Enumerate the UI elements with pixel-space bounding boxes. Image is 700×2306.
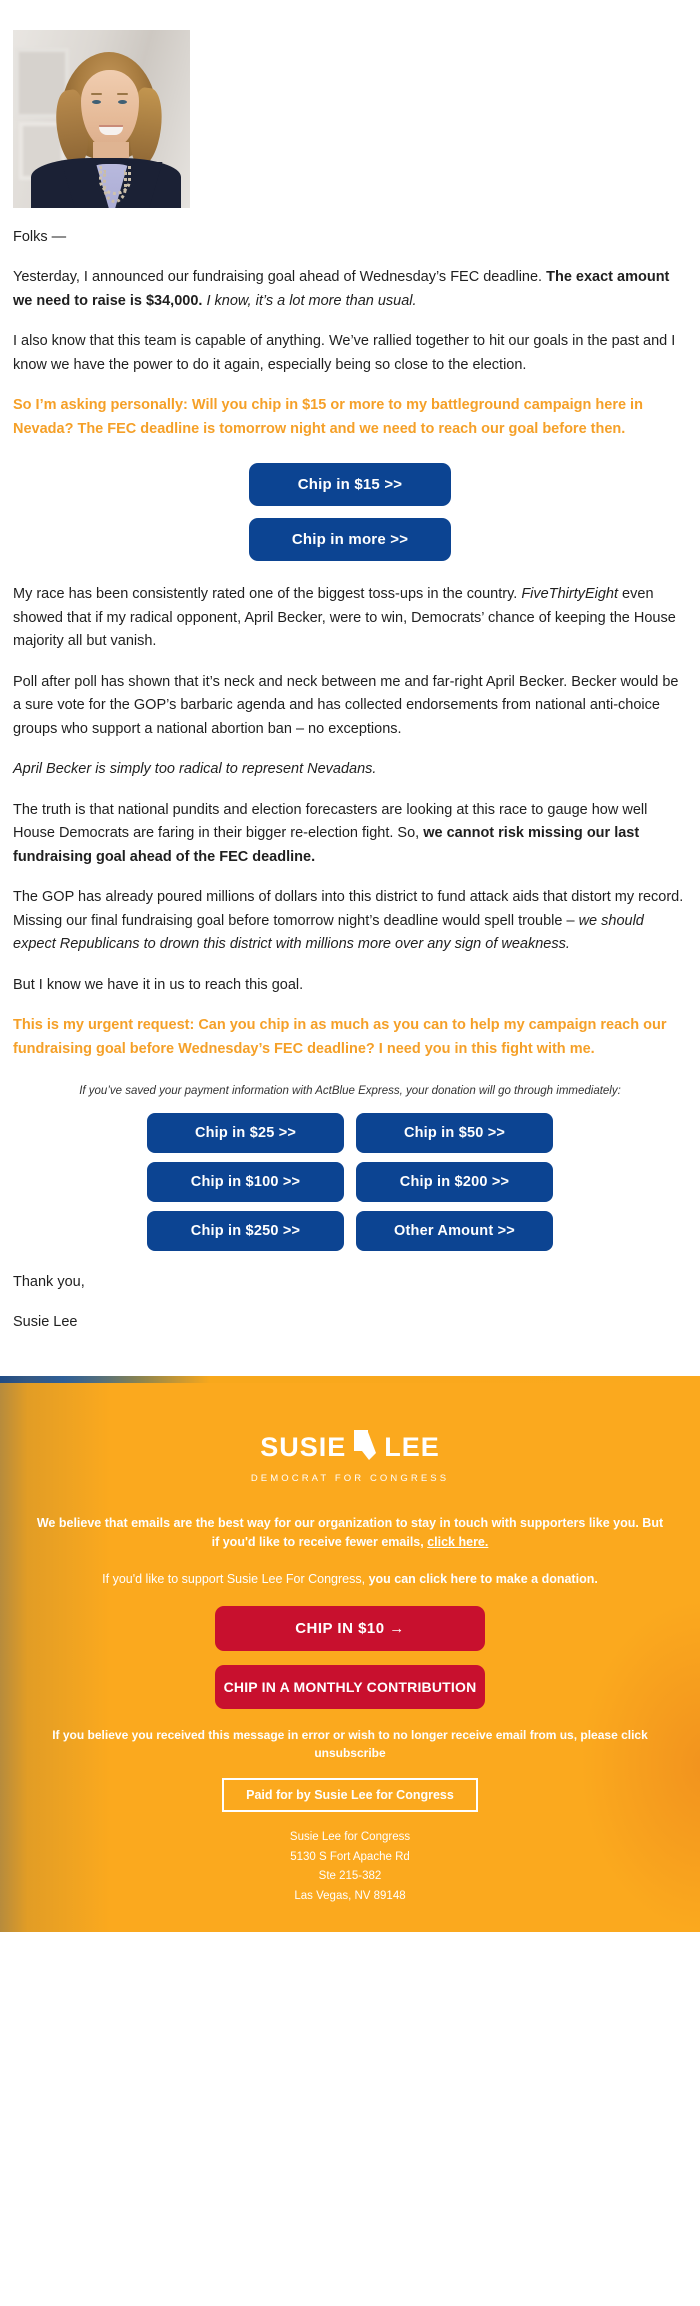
paragraph-goal-announcement: Yesterday, I announced our fundraising g… <box>13 266 687 313</box>
support-donation-note: If you'd like to support Susie Lee For C… <box>34 1570 666 1589</box>
paragraph-team-capable: I also know that this team is capable of… <box>13 333 676 373</box>
chip-in-15-button[interactable]: Chip in $15 >> <box>249 463 451 507</box>
urgent-ask-one: So I’m asking personally: Will you chip … <box>13 397 643 437</box>
chip-in-25-button[interactable]: Chip in $25 >> <box>147 1113 344 1154</box>
support-note-text: If you'd like to support Susie Lee For C… <box>102 1571 369 1586</box>
paragraph-goal-lead: Yesterday, I announced our fundraising g… <box>13 269 547 286</box>
paragraph-confidence: But I know we have it in us to reach thi… <box>13 976 304 993</box>
greeting-paragraph: Folks — <box>13 229 67 245</box>
urgent-ask-two: This is my urgent request: Can you chip … <box>13 1017 667 1057</box>
chip-in-more-button[interactable]: Chip in more >> <box>249 518 451 562</box>
fivethirtyeight-mention: FiveThirtyEight <box>521 586 619 603</box>
campaign-logo: SUSIE LEE DEMOCRAT FOR CONGRESS <box>34 1383 666 1514</box>
fewer-emails-text: We believe that emails are the best way … <box>36 1516 664 1549</box>
footer-monthly-contribution-button[interactable]: CHIP IN A MONTHLY CONTRIBUTION <box>215 1665 485 1710</box>
address-line-2: 5130 S Fort Apache Rd <box>290 1850 410 1863</box>
chip-in-100-button[interactable]: Chip in $100 >> <box>147 1162 344 1203</box>
paragraph-gop-spending: The GOP has already poured millions of d… <box>13 886 687 956</box>
chip-in-250-button[interactable]: Chip in $250 >> <box>147 1211 344 1252</box>
click-here-fewer-emails-link[interactable]: click here. <box>427 1535 488 1549</box>
paragraph-national-pundits: The truth is that national pundits and e… <box>13 799 687 869</box>
logo-tagline: DEMOCRAT FOR CONGRESS <box>250 1473 450 1485</box>
paid-for-disclaimer: Paid for by Susie Lee for Congress <box>222 1778 478 1813</box>
paragraph-polling: Poll after poll has shown that it’s neck… <box>13 673 679 737</box>
footer-gradient-bar <box>0 1376 700 1384</box>
nevada-state-icon <box>352 1429 378 1466</box>
thank-you-line: Thank you, <box>13 1274 85 1291</box>
mailing-address: Susie Lee for Congress 5130 S Fort Apach… <box>34 1828 666 1906</box>
make-donation-link[interactable]: you can click here to make a donation. <box>369 1572 598 1586</box>
address-line-3: Ste 215-382 <box>318 1870 382 1883</box>
address-line-1: Susie Lee for Congress <box>289 1831 411 1844</box>
donation-amount-grid: Chip in $25 >> Chip in $50 >> Chip in $1… <box>147 1113 553 1252</box>
other-amount-button[interactable]: Other Amount >> <box>356 1211 553 1252</box>
email-footer: SUSIE LEE DEMOCRAT FOR CONGRESS We belie… <box>0 1376 700 1933</box>
address-line-4: Las Vegas, NV 89148 <box>294 1889 406 1902</box>
signature-line: Susie Lee <box>13 1313 78 1330</box>
logo-word-lee: LEE <box>384 1432 440 1463</box>
email-body: Folks — Yesterday, I announced our fundr… <box>0 0 700 1933</box>
chip-in-50-button[interactable]: Chip in $50 >> <box>356 1113 553 1154</box>
fewer-emails-note: We believe that emails are the best way … <box>34 1514 666 1552</box>
paragraph-opponent-radical: April Becker is simply too radical to re… <box>13 761 377 778</box>
unsubscribe-note[interactable]: If you believe you received this message… <box>34 1727 666 1762</box>
paragraph-goal-aside: I know, it’s a lot more than usual. <box>202 292 417 309</box>
candidate-headshot-image <box>13 30 190 208</box>
primary-cta-stack: Chip in $15 >> Chip in more >> <box>13 463 687 562</box>
letter-content: Folks — Yesterday, I announced our fundr… <box>0 0 700 1377</box>
candidate-photo-block <box>13 0 687 222</box>
footer-chip-in-10-button[interactable]: CHIP IN $10 → <box>215 1606 485 1652</box>
chip-in-200-button[interactable]: Chip in $200 >> <box>356 1162 553 1203</box>
paragraph-tossup-lead: My race has been consistently rated one … <box>13 586 522 603</box>
actblue-express-note: If you’ve saved your payment information… <box>79 1085 621 1098</box>
paragraph-tossup-race: My race has been consistently rated one … <box>13 583 687 653</box>
logo-word-susie: SUSIE <box>260 1432 347 1463</box>
